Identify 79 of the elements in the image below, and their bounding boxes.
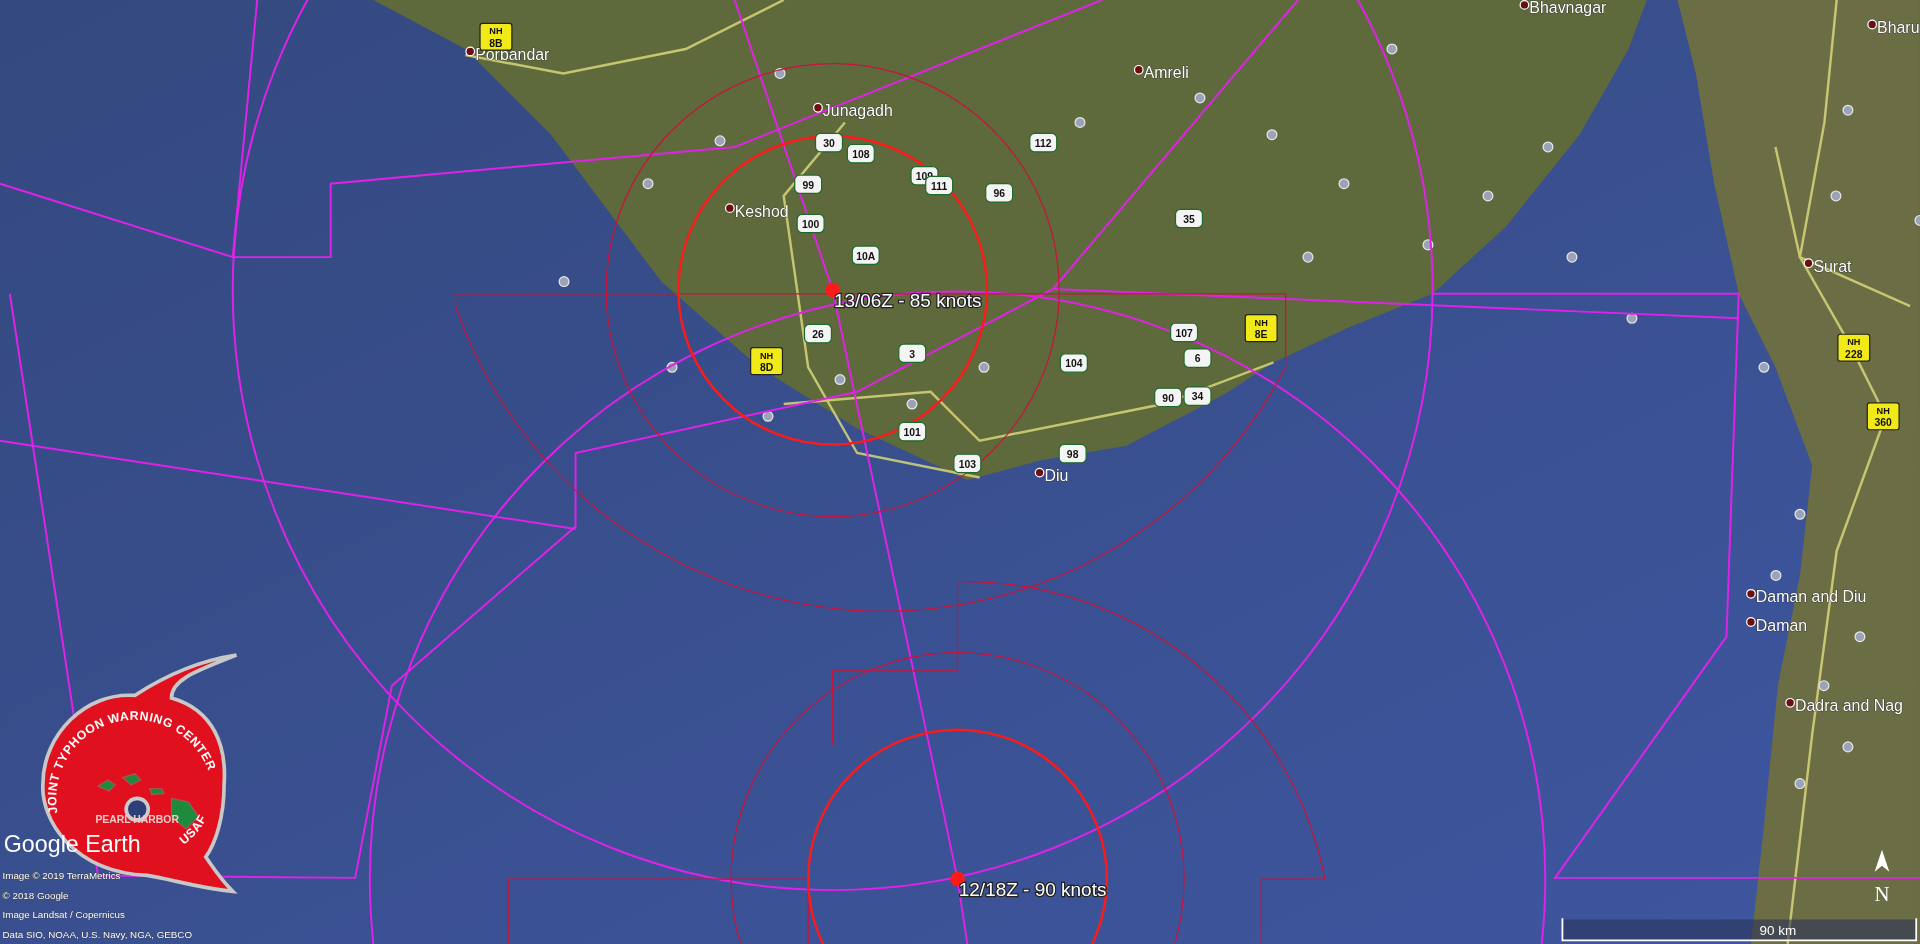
- town-marker-icon: [774, 67, 786, 79]
- road-shield: 98: [1058, 443, 1087, 464]
- town-marker-icon: [906, 398, 918, 410]
- attribution-text: Data SIO, NOAA, U.S. Navy, NGA, GEBCO: [2, 928, 193, 940]
- road-shield: 100: [796, 213, 825, 234]
- road-shield: 6: [1183, 348, 1212, 368]
- town-marker-icon: [1818, 680, 1830, 692]
- road-shield: NH 8E: [1244, 314, 1278, 343]
- town-marker-icon: [1914, 214, 1920, 226]
- road-shield: 99: [794, 174, 823, 195]
- town-marker-icon: [834, 374, 846, 386]
- town-marker-icon: [1842, 741, 1854, 753]
- road-shield: NH 8B: [479, 22, 513, 51]
- place-marker-icon: [1746, 617, 1756, 627]
- road-shield: 3: [898, 343, 927, 364]
- scale-bar: 90 km: [1561, 917, 1918, 942]
- place-label[interactable]: Keshod: [734, 202, 789, 220]
- road-shield: 10A: [851, 245, 880, 266]
- road-shield: 30: [814, 132, 844, 153]
- place-label[interactable]: Surat: [1813, 257, 1852, 275]
- place-label[interactable]: Diu: [1044, 467, 1069, 485]
- place-marker-icon: [1803, 258, 1814, 269]
- town-marker-icon: [1758, 361, 1770, 373]
- place-marker-icon: [724, 203, 735, 214]
- place-marker-icon: [1746, 588, 1756, 599]
- place-label[interactable]: Daman and Diu: [1755, 588, 1867, 606]
- town-marker-icon: [558, 276, 570, 288]
- place-label[interactable]: Daman: [1755, 616, 1808, 634]
- place-marker-icon: [1867, 19, 1878, 30]
- road-shield: 103: [953, 453, 982, 474]
- town-marker-icon: [762, 410, 774, 422]
- road-shield: 96: [985, 183, 1014, 203]
- town-marker-icon: [714, 135, 726, 147]
- town-marker-icon: [1770, 569, 1782, 581]
- town-marker-icon: [1830, 190, 1842, 202]
- town-marker-icon: [978, 361, 990, 373]
- town-marker-icon: [1422, 239, 1434, 251]
- town-marker-icon: [1626, 312, 1638, 324]
- road-shield: 90: [1154, 387, 1183, 408]
- town-marker-icon: [1482, 190, 1494, 202]
- place-marker-icon: [465, 46, 476, 57]
- place-marker-icon: [1034, 467, 1045, 478]
- town-marker-icon: [1542, 141, 1554, 153]
- attribution-text: Image © 2019 TerraMetrics: [2, 870, 121, 882]
- road-shield: NH 360: [1866, 402, 1900, 431]
- road-shield: 26: [803, 323, 833, 344]
- attribution-text: Image Landsat / Copernicus: [2, 909, 125, 921]
- place-marker-icon: [1133, 64, 1144, 75]
- road-shield: 108: [846, 143, 875, 164]
- town-marker-icon: [1194, 92, 1206, 104]
- road-shield: 35: [1174, 208, 1204, 229]
- town-marker-icon: [1794, 778, 1806, 790]
- place-marker-icon: [813, 102, 823, 113]
- town-marker-icon: [1794, 508, 1806, 520]
- town-marker-icon: [1302, 251, 1314, 263]
- town-marker-icon: [1338, 178, 1350, 190]
- place-marker-icon: [1785, 697, 1796, 708]
- town-marker-icon: [1074, 116, 1086, 128]
- town-marker-icon: [666, 361, 678, 373]
- road-shield: 101: [898, 421, 927, 442]
- road-shield: 34: [1183, 386, 1212, 406]
- town-marker-icon: [1266, 129, 1278, 141]
- place-label[interactable]: Bharu: [1877, 19, 1920, 37]
- town-marker-icon: [1842, 104, 1854, 116]
- attribution-text: © 2018 Google: [2, 889, 69, 901]
- town-marker-icon: [1566, 251, 1578, 263]
- road-shield: 104: [1059, 353, 1088, 373]
- road-shield: 107: [1170, 322, 1199, 343]
- town-marker-icon: [1854, 631, 1866, 643]
- place-label[interactable]: Junagadh: [822, 102, 893, 120]
- road-shield: NH 8D: [750, 347, 784, 376]
- road-shield: 112: [1029, 132, 1058, 153]
- town-marker-icon: [1386, 43, 1398, 55]
- place-marker-icon: [1519, 0, 1530, 10]
- place-label[interactable]: Dadra and Nag: [1795, 697, 1903, 715]
- town-marker-icon: [642, 178, 654, 190]
- road-shield: NH 228: [1837, 333, 1871, 362]
- place-label[interactable]: Bhavnagar: [1529, 0, 1607, 17]
- place-label[interactable]: Amreli: [1143, 64, 1189, 82]
